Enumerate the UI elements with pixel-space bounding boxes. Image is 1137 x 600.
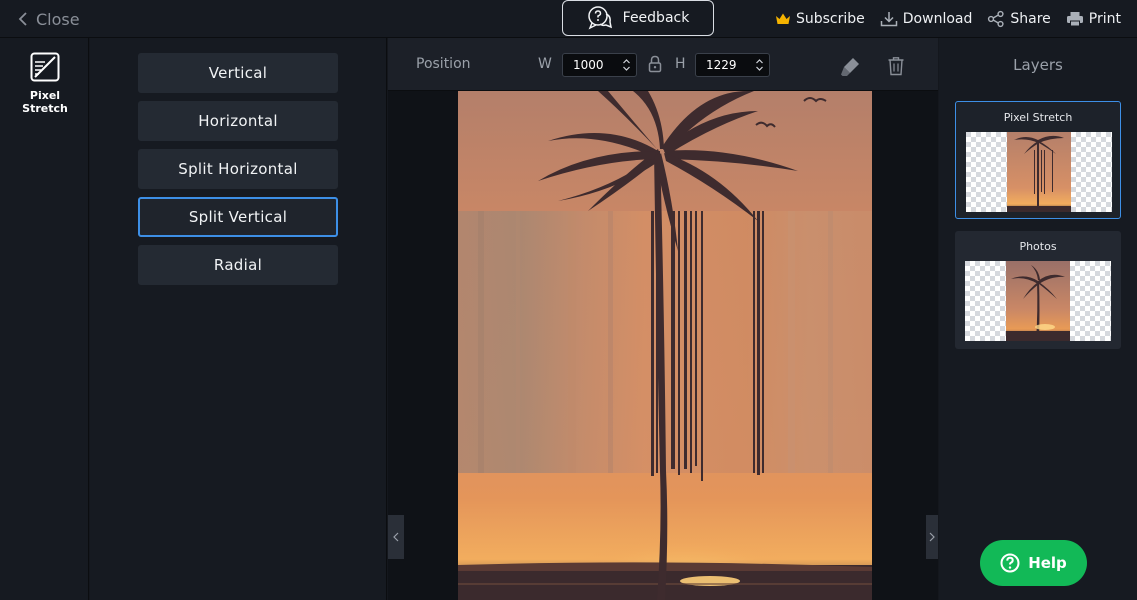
chevron-left-icon xyxy=(18,12,27,26)
chevron-left-icon xyxy=(393,532,399,542)
option-vertical[interactable]: Vertical xyxy=(138,53,338,93)
option-horizontal[interactable]: Horizontal xyxy=(138,101,338,141)
feedback-label: Feedback xyxy=(622,10,690,26)
top-bar: Close Feedback Subscribe Download Share … xyxy=(0,0,1137,38)
chevron-right-icon xyxy=(929,532,935,542)
print-label: Print xyxy=(1088,11,1121,27)
lock-icon[interactable] xyxy=(648,55,662,73)
close-button[interactable]: Close xyxy=(18,6,80,32)
share-icon xyxy=(988,10,1004,28)
crown-icon xyxy=(775,13,790,24)
subscribe-button[interactable]: Subscribe xyxy=(775,11,865,27)
layer-thumbnail xyxy=(965,261,1111,341)
download-icon xyxy=(880,12,898,27)
collapse-right-panel-button[interactable] xyxy=(926,515,938,559)
pixel-stretch-icon xyxy=(30,52,60,82)
help-circle-icon xyxy=(1000,553,1020,573)
layers-title: Layers xyxy=(1013,56,1063,74)
tool-label: Pixel Stretch xyxy=(22,89,68,115)
stretch-options-panel: Vertical Horizontal Split Horizontal Spl… xyxy=(90,38,387,600)
eraser-icon[interactable] xyxy=(841,56,861,76)
layer-pixel-stretch[interactable]: Pixel Stretch xyxy=(955,101,1121,219)
layer-name: Pixel Stretch xyxy=(1003,111,1073,124)
help-button[interactable]: Help xyxy=(980,540,1087,586)
share-button[interactable]: Share xyxy=(987,10,1051,28)
option-radial[interactable]: Radial xyxy=(138,245,338,285)
help-label: Help xyxy=(1028,554,1067,572)
layer-thumbnail xyxy=(966,132,1112,212)
layer-photos[interactable]: Photos xyxy=(955,231,1121,349)
canvas-photo[interactable] xyxy=(458,91,872,600)
option-label: Split Horizontal xyxy=(178,160,298,178)
layers-panel: Layers Pixel Stretch Photos xyxy=(939,38,1137,600)
share-label: Share xyxy=(1010,11,1051,27)
width-label: W xyxy=(538,56,552,72)
height-input[interactable]: 1229 xyxy=(695,53,770,77)
position-bar: Position W 1000 H 1229 xyxy=(388,38,938,91)
height-label: H xyxy=(675,56,686,72)
stepper-icon[interactable] xyxy=(622,57,631,73)
option-label: Vertical xyxy=(208,64,268,82)
canvas-area: Position W 1000 H 1229 xyxy=(388,38,938,600)
feedback-button[interactable]: Feedback xyxy=(562,0,714,36)
width-value: 1000 xyxy=(573,58,604,72)
top-actions: Subscribe Download Share Print xyxy=(775,0,1121,38)
option-label: Split Vertical xyxy=(188,208,288,226)
stepper-icon[interactable] xyxy=(755,57,764,73)
close-label: Close xyxy=(36,9,80,29)
position-label: Position xyxy=(416,56,471,72)
collapse-left-panel-button[interactable] xyxy=(388,515,404,559)
height-value: 1229 xyxy=(706,58,737,72)
width-input[interactable]: 1000 xyxy=(562,53,637,77)
tool-rail: Pixel Stretch xyxy=(0,38,89,600)
pixel-stretch-tool[interactable]: Pixel Stretch xyxy=(8,52,82,115)
option-split-horizontal[interactable]: Split Horizontal xyxy=(138,149,338,189)
layer-name: Photos xyxy=(1019,240,1057,253)
trash-icon[interactable] xyxy=(887,56,905,76)
feedback-chat-icon xyxy=(587,6,612,30)
option-split-vertical[interactable]: Split Vertical xyxy=(138,197,338,237)
printer-icon xyxy=(1066,12,1083,27)
option-label: Horizontal xyxy=(198,112,278,130)
download-label: Download xyxy=(902,11,973,27)
download-button[interactable]: Download xyxy=(880,11,973,27)
print-button[interactable]: Print xyxy=(1066,11,1121,27)
subscribe-label: Subscribe xyxy=(795,11,865,27)
option-label: Radial xyxy=(213,256,263,274)
